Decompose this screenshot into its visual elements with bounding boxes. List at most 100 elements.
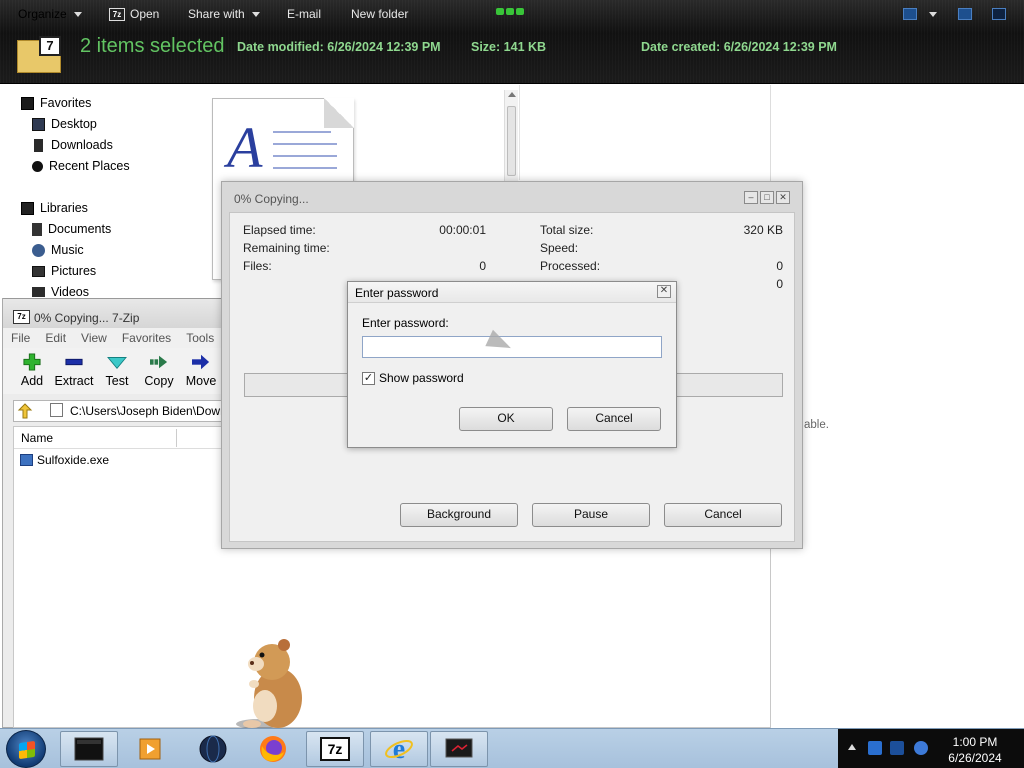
menu-favorites[interactable]: Favorites (114, 328, 178, 348)
downloads-icon (34, 138, 43, 152)
start-button[interactable] (6, 730, 46, 768)
list-item[interactable]: Sulfoxide.exe (20, 453, 109, 467)
nav-music[interactable]: Music (32, 243, 84, 257)
password-dialog-title-bar[interactable]: Enter password ✕ (348, 282, 676, 303)
menu-view[interactable]: View (73, 328, 114, 348)
decorative-dots-icon (496, 8, 524, 15)
wordpad-document-icon: A (227, 115, 263, 180)
extract-button[interactable]: Extract (53, 353, 95, 388)
executable-icon (20, 454, 33, 466)
cancel-copy-button[interactable]: Cancel (664, 503, 782, 527)
file-size: Size: 141 KB (471, 40, 547, 54)
email-button[interactable]: E-mail (287, 7, 321, 21)
scroll-up-icon[interactable] (508, 92, 516, 97)
monitor-icon (445, 738, 473, 758)
open-button[interactable]: 7z Open (109, 7, 159, 21)
taskbar-monitor[interactable] (430, 731, 488, 767)
date-created: Date created: 6/26/2024 12:39 PM (641, 40, 837, 54)
ok-button[interactable]: OK (459, 407, 553, 431)
network-icon[interactable] (890, 741, 904, 755)
menu-edit[interactable]: Edit (37, 328, 73, 348)
close-icon[interactable]: ✕ (657, 285, 671, 298)
clock-time: 1:00 PM (952, 735, 998, 749)
svg-text:e: e (393, 734, 405, 764)
show-hidden-icons-icon[interactable] (848, 744, 856, 750)
plus-icon (23, 353, 41, 371)
taskbar-globe[interactable] (184, 731, 242, 767)
7zip-icon: 7z (320, 737, 350, 761)
recent-places-icon (32, 160, 43, 172)
view-options-icon[interactable] (903, 8, 917, 20)
background-button[interactable]: Background (400, 503, 518, 527)
clock-date: 6/26/2024 (948, 751, 1002, 765)
address-path: C:\Users\Joseph Biden\Down (70, 404, 227, 418)
folder-icon (50, 403, 63, 417)
nav-downloads[interactable]: Downloads (32, 138, 113, 152)
terminal-icon (74, 737, 104, 761)
view-options-dropdown[interactable] (927, 12, 937, 17)
copy-button[interactable]: Copy (138, 353, 180, 388)
minimize-button[interactable]: – (744, 191, 758, 204)
check-icon (107, 357, 127, 370)
taskbar-media-player[interactable] (122, 731, 180, 767)
partial-value: 0 (776, 277, 783, 291)
close-button[interactable]: ✕ (776, 191, 790, 204)
internet-explorer-icon: e (385, 734, 413, 764)
new-folder-button[interactable]: New folder (351, 7, 408, 21)
taskbar-firefox[interactable] (244, 731, 302, 767)
date-modified: Date modified: 6/26/2024 12:39 PM (237, 40, 441, 54)
bluetooth-icon[interactable] (868, 741, 882, 755)
nav-libraries[interactable]: Libraries (21, 201, 88, 215)
taskbar-terminal[interactable] (60, 731, 118, 767)
scroll-thumb[interactable] (507, 106, 516, 176)
pause-button[interactable]: Pause (532, 503, 650, 527)
checkbox-check-icon[interactable]: ✓ (362, 371, 375, 385)
desktop-icon (32, 117, 45, 131)
move-button[interactable]: Move (180, 353, 222, 388)
selection-count: 2 items selected (80, 35, 225, 57)
firefox-icon (260, 736, 286, 762)
menu-tools[interactable]: Tools (178, 328, 221, 348)
nav-videos[interactable]: Videos (32, 285, 89, 299)
preview-pane-icon[interactable] (958, 8, 972, 20)
copying-dialog-title: 0% Copying... (234, 192, 309, 206)
vertical-scrollbar[interactable] (504, 90, 518, 188)
add-button[interactable]: Add (11, 353, 53, 388)
organize-button[interactable]: Organize (18, 7, 82, 21)
pane-divider (519, 85, 520, 180)
7zip-icon: 7z (109, 7, 125, 21)
menu-file[interactable]: File (3, 328, 37, 348)
column-name[interactable]: Name (21, 431, 53, 445)
7zip-folder-icon: 7 (17, 36, 63, 74)
nav-pictures[interactable]: Pictures (32, 264, 96, 278)
videos-icon (32, 287, 45, 297)
volume-icon[interactable] (914, 741, 928, 755)
preview-pane (770, 85, 1024, 727)
test-button[interactable]: Test (96, 353, 138, 388)
cancel-button[interactable]: Cancel (567, 407, 661, 431)
nav-favorites[interactable]: Favorites (21, 96, 91, 110)
help-icon[interactable] (992, 8, 1006, 20)
chevron-down-icon (251, 11, 260, 17)
clock[interactable]: 1:00 PM 6/26/2024 (942, 734, 1008, 766)
nav-desktop[interactable]: Desktop (32, 117, 97, 131)
maximize-button[interactable]: □ (760, 191, 774, 204)
7zip-icon: 7z (13, 310, 30, 324)
show-password-checkbox[interactable]: ✓ Show password (362, 371, 464, 385)
share-with-button[interactable]: Share with (188, 7, 260, 21)
nav-documents[interactable]: Documents (32, 222, 111, 236)
chevron-down-icon (73, 11, 82, 17)
password-label: Enter password: (362, 316, 449, 330)
elapsed-time: 00:00:01 (439, 223, 486, 237)
processed-count: 0 (776, 259, 783, 273)
taskbar-internet-explorer[interactable]: e (370, 731, 428, 767)
password-dialog-title: Enter password (355, 286, 439, 300)
move-arrow-icon (192, 354, 210, 370)
folder-up-icon[interactable] (16, 402, 36, 420)
favorites-star-icon (21, 96, 34, 110)
nav-recent-places[interactable]: Recent Places (32, 159, 130, 173)
explorer-header: Organize 7z Open Share with E-mail New f… (0, 0, 1024, 84)
files-count: 0 (479, 259, 486, 273)
taskbar-7zip[interactable]: 7z (306, 731, 364, 767)
navigation-pane: Favorites Desktop Downloads Recent Place… (0, 85, 210, 300)
